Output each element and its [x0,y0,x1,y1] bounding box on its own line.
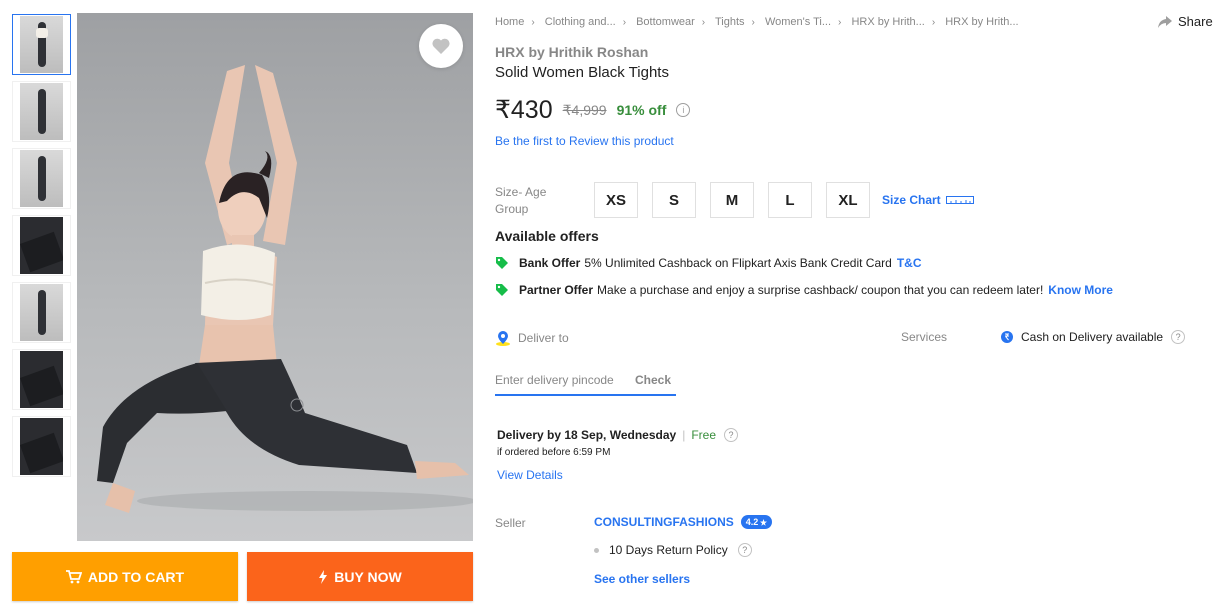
mrp-price: ₹4,999 [562,101,607,118]
offer-tag-icon [496,284,508,296]
seller-rating: 4.2 [745,517,759,527]
help-icon[interactable]: ? [724,428,739,442]
offer-type: Bank Offer [519,256,581,270]
size-chart-link[interactable]: Size Chart [882,193,974,207]
thumbnail-7[interactable] [12,416,71,477]
breadcrumb-item[interactable]: Tights [715,16,745,28]
location-pin-icon [496,331,510,346]
delivery-estimate: Delivery by 18 Sep, Wednesday | Free ? [497,428,739,442]
cod-text: Cash on Delivery available [1021,330,1164,344]
breadcrumb-item[interactable]: Clothing and... [545,16,616,28]
services-label: Services [901,330,948,344]
pincode-box: Check [495,366,676,396]
selling-price: ₹430 [495,96,553,124]
seller-rating-badge: 4.2 [740,515,773,529]
buy-now-label: BUY NOW [334,568,402,585]
thumbnail-3[interactable] [12,148,71,209]
offers-heading: Available offers [495,228,599,244]
offer-text: Make a purchase and enjoy a surprise cas… [597,283,1044,297]
return-policy: 10 Days Return Policy ? [594,543,752,557]
size-options: XS S M L XL [594,182,870,218]
product-brand[interactable]: HRX by Hrithik Roshan [495,44,648,60]
buy-now-button[interactable]: BUY NOW [247,552,473,601]
add-to-cart-button[interactable]: ADD TO CART [12,552,238,601]
rupee-circle-icon [1001,331,1013,343]
add-to-cart-label: ADD TO CART [87,568,185,585]
breadcrumb-item: HRX by Hrith... [945,16,1019,28]
breadcrumb-item[interactable]: Women's Ti... [765,16,831,28]
size-option-xl[interactable]: XL [826,182,870,218]
seller-label: Seller [495,516,526,530]
size-option-xs[interactable]: XS [594,182,638,218]
size-chart-label: Size Chart [882,193,941,207]
share-label: Share [1178,14,1213,29]
thumbnail-5[interactable] [12,282,71,343]
price-row: ₹430 ₹4,999 91% off i [495,95,691,125]
size-label: Size- Age Group [495,185,547,216]
breadcrumb-item[interactable]: Home [495,16,524,28]
other-sellers-link[interactable]: See other sellers [594,572,690,586]
discount-percent: 91% off [616,102,667,118]
heart-icon [432,38,450,54]
share-icon [1158,15,1172,28]
thumbnail-6[interactable] [12,349,71,410]
share-button[interactable]: Share [1158,14,1213,29]
lightning-icon [319,569,328,584]
cod-service: Cash on Delivery available ? [1001,330,1186,344]
offer-item: Partner Offer Make a purchase and enjoy … [495,283,1113,297]
offer-tag-icon [496,257,508,269]
divider: | [682,428,686,442]
check-pincode-button[interactable]: Check [635,373,671,387]
thumbnail-2[interactable] [12,81,71,142]
deliver-to-text: Deliver to [518,331,569,345]
thumbnail-list [12,14,73,483]
help-icon[interactable]: ? [737,543,752,557]
help-icon[interactable]: ? [1171,330,1186,344]
breadcrumb-item[interactable]: Bottomwear [636,16,695,28]
return-policy-text: 10 Days Return Policy [609,543,728,557]
size-option-s[interactable]: S [652,182,696,218]
offer-item: Bank Offer 5% Unlimited Cashback on Flip… [495,256,922,270]
star-icon [760,518,768,526]
deliver-to-label: Deliver to [495,330,569,346]
view-details-link[interactable]: View Details [497,468,563,482]
bullet [594,547,599,553]
breadcrumb: Home › Clothing and... › Bottomwear › Tight… [495,16,1019,28]
offer-text: 5% Unlimited Cashback on Flipkart Axis B… [584,256,892,270]
delivery-free: Free [691,428,717,442]
offer-know-more-link[interactable]: Know More [1048,283,1113,297]
model-illustration [97,65,473,513]
seller-name-link[interactable]: CONSULTINGFASHIONS 4.2 [594,515,773,529]
ruler-icon [945,196,974,204]
product-main-image[interactable] [77,13,473,541]
thumbnail-1[interactable] [12,14,71,75]
breadcrumb-item[interactable]: HRX by Hrith... [851,16,924,28]
order-before-note: if ordered before 6:59 PM [497,447,611,458]
pincode-input[interactable] [495,373,635,387]
size-option-m[interactable]: M [710,182,754,218]
size-option-l[interactable]: L [768,182,812,218]
price-info-icon[interactable]: i [676,103,691,117]
delivery-date: Delivery by 18 Sep, Wednesday [497,428,677,442]
thumbnail-4[interactable] [12,215,71,276]
cart-icon [65,569,82,583]
review-link[interactable]: Be the first to Review this product [495,134,674,148]
wishlist-button[interactable] [419,24,463,68]
product-title: Solid Women Black Tights [495,64,669,81]
offer-type: Partner Offer [519,283,594,297]
seller-name: CONSULTINGFASHIONS [594,515,734,529]
offer-tnc-link[interactable]: T&C [897,256,922,270]
